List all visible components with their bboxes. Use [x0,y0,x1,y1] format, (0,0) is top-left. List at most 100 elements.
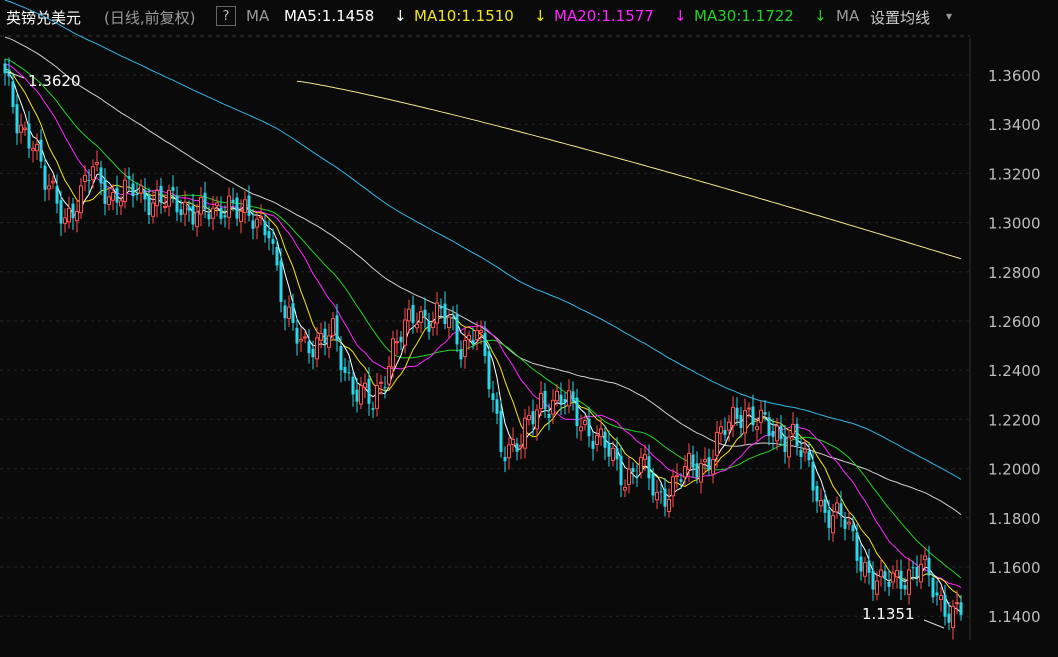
candle-body [527,415,531,421]
candle-body [955,602,959,605]
candle-body [891,572,895,583]
candle-body [655,491,659,501]
candle-body [107,196,111,205]
candle-body [579,426,583,432]
candle-body [791,423,795,435]
candle-body [863,562,867,577]
ma10-line [4,68,962,599]
candle-body [511,439,515,446]
candle-body [311,348,315,358]
candle-body [731,406,735,427]
candle-body [939,595,943,601]
candle-body [175,195,179,213]
candle-body [707,457,711,470]
candle-body [795,423,799,446]
candle-body [831,515,835,534]
candle-body [495,399,499,414]
y-tick-label: 1.2600 [988,313,1041,331]
candle-body [567,390,571,407]
candle-body [11,81,15,108]
candle-body [887,581,891,587]
candle-body [935,592,939,596]
candle-body [675,475,679,478]
y-tick-label: 1.3400 [988,116,1041,134]
candle-body [131,183,135,197]
candle-body [571,391,575,402]
candle-body [363,382,367,388]
candle-body [779,425,783,440]
candle-body [659,491,663,493]
candle-body [371,408,375,410]
candle-body [723,429,727,435]
candle-body [799,449,803,457]
candle-body [23,127,27,131]
candle-body [611,447,615,461]
candle-body [823,499,827,513]
candle-body [819,499,823,507]
candle-body [279,260,283,302]
candle-body [587,418,591,437]
candle-body [499,410,503,453]
candle-body [691,454,695,468]
candle-body [471,339,475,345]
candle-body [151,202,155,217]
candle-body [915,566,919,578]
candle-body [423,309,427,317]
candle-body [635,476,639,478]
candle-body [271,239,275,244]
candle-body [679,479,683,482]
candle-body [275,246,279,266]
candlestick-chart[interactable]: 1.3600 1.3400 1.3200 1.3000 1.2800 1.2600 1.24… [0,0,1058,657]
candle-body [739,415,743,429]
candle-body [83,175,87,182]
candle-body [155,190,159,207]
candle-body [219,207,223,219]
candle-body [79,185,83,214]
candle-body [187,206,191,211]
candle-body [759,409,763,423]
candle-body [375,384,379,409]
candle-body [859,556,863,572]
candle-body [651,473,655,496]
candle-body [367,378,371,404]
candle-body [139,185,143,194]
candle-body [207,213,211,220]
candle-body [55,186,59,204]
candle-body [683,466,687,478]
max-price-label: 1.3620 [28,72,81,90]
candle-body [647,456,651,479]
candle-body [403,319,407,346]
candle-body [867,560,871,573]
candle-body [883,571,887,579]
candle-body [595,434,599,445]
candle-body [171,186,175,191]
candle-body [483,332,487,356]
candle-body [875,580,879,595]
candle-body [31,147,35,151]
min-pointer-line [923,619,945,629]
candle-body [463,339,467,358]
candle-body [599,428,603,438]
candle-body [287,306,291,319]
candle-body [763,411,767,415]
candle-body [47,185,51,190]
candle-body [67,207,71,223]
candle-body [3,63,7,74]
candle-body [243,199,247,213]
y-tick-label: 1.3000 [988,215,1041,233]
candle-body [199,196,203,215]
candle-body [111,192,115,201]
candle-body [491,393,495,400]
candle-body [959,602,963,616]
candle-body [103,179,107,204]
candle-body [515,443,519,452]
candle-body [467,334,471,340]
candle-body [411,304,415,324]
candle-body [307,341,311,354]
candle-body [475,330,479,341]
candle-body [803,448,807,453]
candle-body [331,318,335,336]
candle-body [235,197,239,219]
candle-body [379,381,383,384]
candle-body [631,468,635,473]
